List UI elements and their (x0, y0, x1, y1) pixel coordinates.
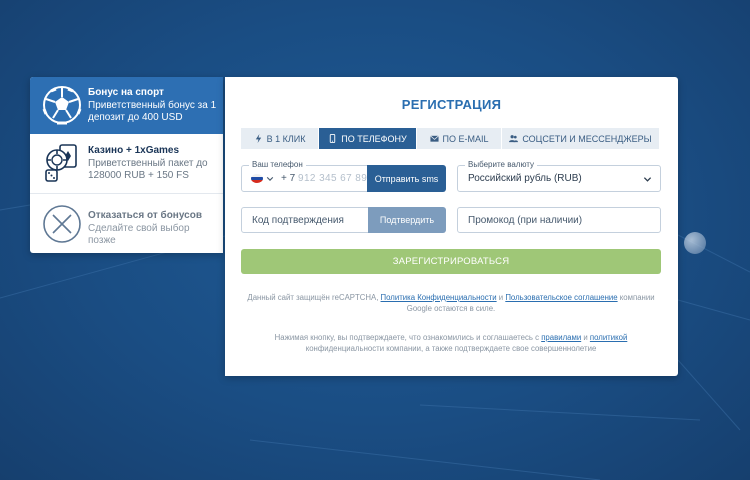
currency-select[interactable]: Выберите валюту Российский рубль (RUB) (457, 160, 661, 192)
confirm-button[interactable]: Подтвердить (368, 207, 446, 233)
bonus-option-sport[interactable]: Бонус на спорт Приветственный бонус за 1… (30, 77, 223, 134)
russia-flag-icon[interactable] (251, 174, 263, 183)
promo-code-field[interactable]: Промокод (при наличии) (457, 207, 661, 233)
bonus-option-casino[interactable]: Казино + 1xGames Приветственный пакет до… (30, 135, 223, 194)
tab-label: В 1 КЛИК (266, 133, 306, 144)
recaptcha-notice: Данный сайт защищён reCAPTCHA, Политика … (241, 292, 661, 314)
currency-field-label: Выберите валюту (465, 160, 538, 169)
notice-text: конфиденциальности компании, а также под… (305, 344, 597, 353)
tab-email[interactable]: ПО E-MAIL (417, 128, 502, 149)
rules-link[interactable]: правилами (541, 333, 581, 342)
bonus-description: Приветственный бонус за 1 депозит до 400… (88, 99, 217, 124)
close-circle-icon (43, 205, 81, 243)
bonus-panel: Бонус на спорт Приветственный бонус за 1… (30, 77, 223, 253)
bonus-title: Казино + 1xGames (88, 145, 180, 156)
privacy-policy-link[interactable]: Политика Конфиденциальности (381, 293, 497, 302)
envelope-icon (429, 135, 439, 142)
confirmation-code-input[interactable]: Код подтверждения (252, 215, 344, 226)
soccer-ball-icon (42, 86, 82, 125)
bonus-description: Сделайте свой выбор позже (88, 222, 190, 247)
phone-field-label: Ваш телефон (249, 160, 306, 169)
notice-text: и (581, 333, 590, 342)
phone-input[interactable]: 912 345 67 89 (298, 173, 367, 184)
register-button[interactable]: ЗАРЕГИСТРИРОВАТЬСЯ (241, 249, 661, 274)
terms-notice: Нажимая кнопку, вы подтверждаете, что оз… (241, 332, 661, 354)
tab-label: ПО E-MAIL (442, 133, 489, 144)
chevron-down-icon[interactable] (266, 175, 274, 183)
tab-label: СОЦСЕТИ И МЕССЕНДЖЕРЫ (522, 133, 652, 144)
registration-card: РЕГИСТРАЦИЯ В 1 КЛИК ПО ТЕЛЕФОНУ ПО E-MA… (225, 77, 678, 376)
phone-field[interactable]: Ваш телефон + 7 912 345 67 89 Отправить … (241, 160, 446, 192)
notice-text: Нажимая кнопку, вы подтверждаете, что оз… (274, 333, 542, 342)
bonus-description: Приветственный пакет до 128000 RUB + 150… (88, 157, 208, 182)
notice-text: Данный сайт защищён reCAPTCHA, (247, 293, 381, 302)
lightning-icon (255, 134, 261, 143)
users-icon (509, 135, 519, 143)
page-title: РЕГИСТРАЦИЯ (401, 97, 502, 112)
tab-social[interactable]: СОЦСЕТИ И МЕССЕНДЖЕРЫ (502, 128, 659, 149)
confirmation-code-field[interactable]: Код подтверждения Подтвердить (241, 207, 446, 233)
bonus-title: Бонус на спорт (88, 87, 164, 98)
background-ball (684, 232, 706, 254)
phone-icon (330, 134, 336, 143)
phone-country-code: + 7 (281, 173, 296, 184)
registration-tabs: В 1 КЛИК ПО ТЕЛЕФОНУ ПО E-MAIL СОЦСЕТИ И… (241, 128, 659, 149)
send-sms-button[interactable]: Отправить sms (367, 165, 446, 192)
currency-value: Российский рубль (RUB) (468, 173, 582, 184)
bonus-option-decline[interactable]: Отказаться от бонусов Сделайте свой выбо… (30, 194, 223, 253)
notice-text: и (496, 293, 506, 302)
bonus-title: Отказаться от бонусов (88, 210, 202, 221)
tab-one-click[interactable]: В 1 КЛИК (241, 128, 319, 149)
casino-chips-icon (45, 144, 77, 182)
tab-label: ПО ТЕЛЕФОНУ (341, 133, 407, 144)
chevron-down-icon (643, 177, 652, 182)
policy-link[interactable]: политикой (590, 333, 627, 342)
promo-code-input[interactable]: Промокод (при наличии) (468, 215, 582, 226)
tab-phone[interactable]: ПО ТЕЛЕФОНУ (319, 128, 417, 149)
user-agreement-link[interactable]: Пользовательское соглашение (505, 293, 617, 302)
